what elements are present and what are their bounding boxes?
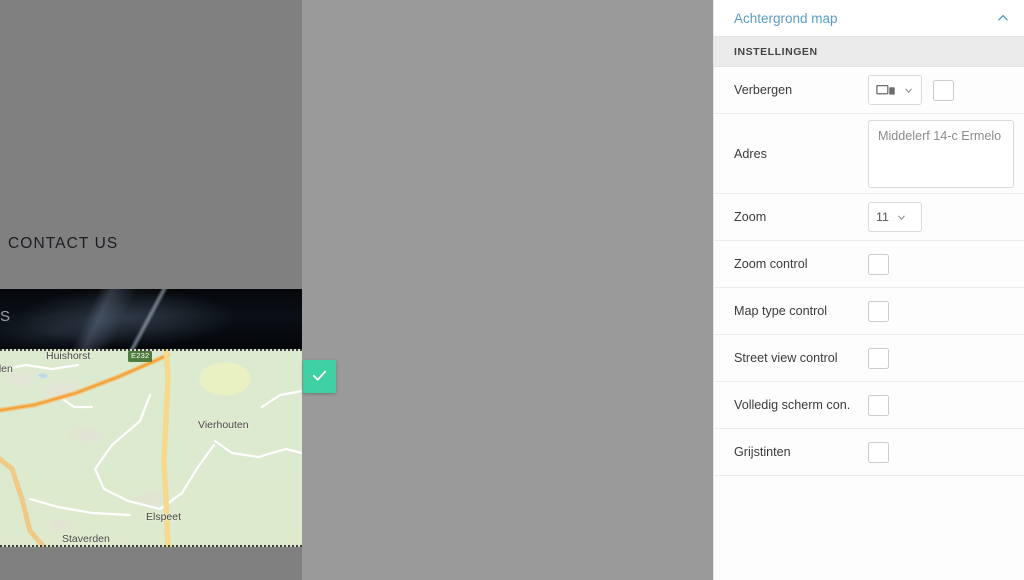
- page-title: CONTACT US: [8, 235, 119, 252]
- vertical-scrollbar-track[interactable]: [697, 0, 713, 580]
- label-adres: Adres: [734, 146, 767, 161]
- label-verbergen: Verbergen: [734, 83, 793, 97]
- device-visibility-select[interactable]: [868, 75, 922, 105]
- row-zoom: Zoom 11: [714, 194, 1024, 241]
- screen-root: CONTACT US S Huishorst en Vierhouten Els…: [0, 0, 1024, 580]
- row-fullscreen-control: Volledig scherm con.: [714, 382, 1024, 429]
- row-street-view-control: Street view control: [714, 335, 1024, 382]
- photo-banner[interactable]: S: [0, 289, 302, 349]
- settings-panel: Achtergrond map INSTELLINGEN Verbergen A…: [713, 0, 1024, 580]
- confirm-check-button[interactable]: [303, 360, 336, 393]
- control-group-adres: [868, 119, 1014, 188]
- map-label: Vierhouten: [198, 419, 249, 431]
- photo-banner-letter: S: [0, 308, 12, 325]
- checkbox-street-view-control[interactable]: [868, 347, 889, 369]
- label-grijstinten: Grijstinten: [734, 445, 791, 459]
- page-preview-canvas[interactable]: CONTACT US S Huishorst en Vierhouten Els…: [0, 0, 302, 580]
- label-zoom: Zoom: [734, 210, 767, 224]
- hero-overlay-block[interactable]: CONTACT US: [0, 0, 302, 289]
- check-icon: [311, 367, 328, 387]
- row-grijstinten: Grijstinten: [714, 429, 1024, 476]
- control-group-zoom-control: [868, 253, 889, 275]
- control-group-street-view-control: [868, 347, 889, 369]
- zoom-level-value: 11: [876, 210, 889, 224]
- address-textarea[interactable]: [868, 119, 1014, 188]
- label-map-type-control: Map type control: [734, 304, 828, 318]
- caret-down-icon: [903, 85, 914, 96]
- control-group-grijstinten: [868, 441, 889, 463]
- panel-title: Achtergrond map: [734, 10, 838, 26]
- highway-shield: E232: [128, 351, 153, 362]
- label-street-view-control: Street view control: [734, 351, 838, 365]
- map-label: Staverden: [62, 533, 110, 545]
- checkbox-fullscreen-control[interactable]: [868, 394, 889, 416]
- control-group-fullscreen-control: [868, 394, 889, 416]
- map-label: Huishorst: [46, 350, 91, 362]
- section-header-instellingen: INSTELLINGEN: [714, 37, 1024, 67]
- checkbox-map-type-control[interactable]: [868, 300, 889, 322]
- map-label: Elspeet: [146, 511, 182, 523]
- checkbox-grijstinten[interactable]: [868, 441, 889, 463]
- label-zoom-control: Zoom control: [734, 257, 808, 271]
- caret-down-icon: [896, 212, 907, 223]
- panel-header[interactable]: Achtergrond map: [714, 0, 1024, 37]
- preview-backdrop: CONTACT US S Huishorst en Vierhouten Els…: [0, 0, 700, 580]
- map-label: erden: [0, 363, 13, 375]
- chevron-up-icon[interactable]: [996, 11, 1010, 25]
- control-group-verbergen: [868, 75, 954, 105]
- control-group-zoom: 11: [868, 202, 922, 232]
- checkbox-verbergen[interactable]: [933, 79, 954, 101]
- zoom-level-select[interactable]: 11: [868, 202, 922, 232]
- row-verbergen: Verbergen: [714, 67, 1024, 114]
- row-adres: Adres: [714, 114, 1024, 194]
- map-widget[interactable]: Huishorst erden Vierhouten Elspeet Stave…: [0, 349, 302, 547]
- checkbox-zoom-control[interactable]: [868, 253, 889, 275]
- row-zoom-control: Zoom control: [714, 241, 1024, 288]
- label-fullscreen-control: Volledig scherm con.: [734, 398, 851, 412]
- device-desktop-mobile-icon: [876, 84, 896, 97]
- control-group-map-type-control: [868, 300, 889, 322]
- row-map-type-control: Map type control: [714, 288, 1024, 335]
